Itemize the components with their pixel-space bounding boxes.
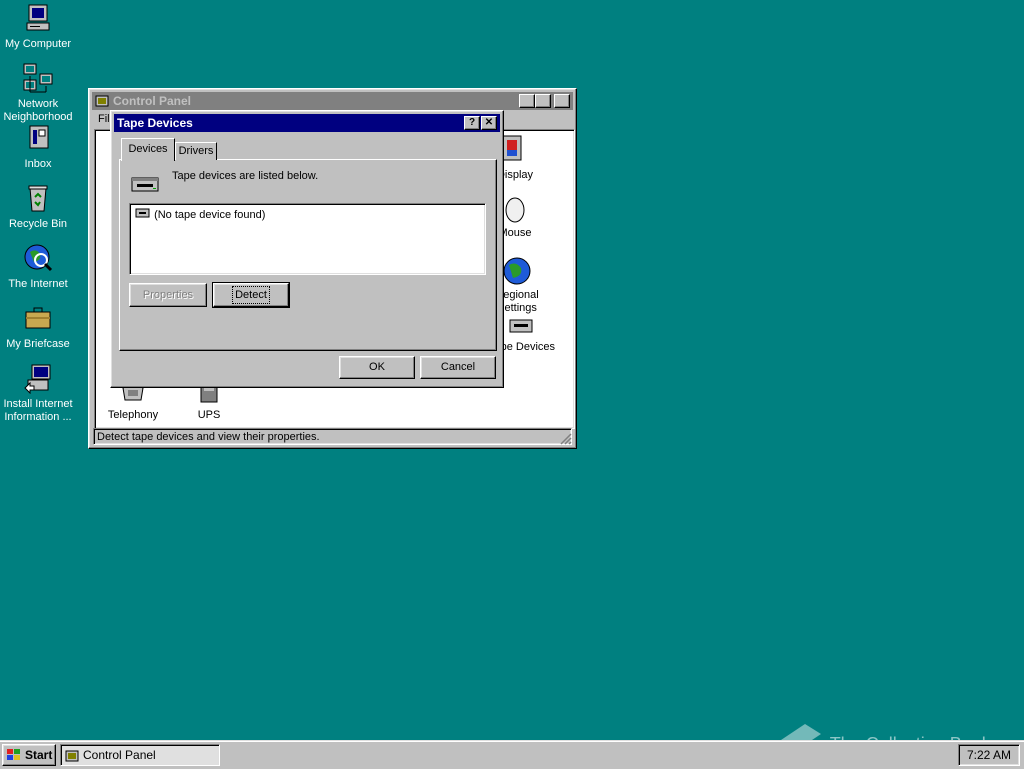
detect-button[interactable]: Detect (212, 282, 290, 308)
close-icon: ✕ (484, 117, 494, 128)
dialog-titlebar[interactable]: Tape Devices ? ✕ (114, 114, 500, 132)
desktop-icon-label: My Computer (4, 38, 72, 50)
system-tray-clock[interactable]: 7:22 AM (958, 744, 1020, 766)
tab-drivers[interactable]: Drivers (175, 142, 217, 160)
control-panel-icon (65, 750, 79, 762)
tape-device-small-icon (135, 208, 150, 218)
control-panel-icon (95, 95, 109, 107)
windows-logo-icon (7, 749, 20, 760)
desktop-icon-label: The Internet (8, 278, 68, 290)
desktop-icon-recycle-bin[interactable]: Recycle Bin (0, 182, 76, 231)
computer-icon (26, 4, 50, 31)
desktop-icon-my-computer[interactable]: My Computer (0, 2, 76, 51)
resize-grip-icon[interactable] (560, 433, 572, 445)
close-button[interactable]: ✕ (554, 94, 570, 108)
taskbar: Start Control Panel 7:22 AM (0, 740, 1024, 769)
maximize-icon: □ (539, 95, 547, 106)
start-label: Start (25, 748, 53, 762)
ok-button[interactable]: OK (339, 356, 415, 379)
desktop-icon-network-neighborhood[interactable]: Network Neighborhood (0, 62, 76, 124)
tab-devices[interactable]: Devices (121, 138, 175, 161)
desktop-icon-label: Inbox (24, 158, 52, 170)
dialog-close-button[interactable]: ✕ (481, 116, 497, 130)
install-icon (24, 364, 51, 394)
globe-icon (503, 257, 531, 285)
minimize-icon: _ (524, 95, 530, 106)
help-button[interactable]: ? (464, 116, 480, 130)
internet-icon (24, 244, 53, 272)
inbox-icon (29, 125, 49, 149)
desktop-icon-label: My Briefcase (6, 338, 70, 350)
taskbar-button-control-panel[interactable]: Control Panel (60, 744, 220, 766)
maximize-button[interactable]: □ (535, 94, 551, 108)
list-item-label: (No tape device found) (154, 209, 266, 221)
desktop-icon-install-internet-information[interactable]: Install Internet Information ... (0, 362, 76, 424)
desktop-icon-label: Recycle Bin (8, 218, 68, 230)
tab-label: Drivers (178, 145, 214, 157)
cp-item-label: UPS (197, 409, 221, 421)
control-panel-titlebar[interactable]: Control Panel _ □ ✕ (92, 92, 573, 110)
status-bar: Detect tape devices and view their prope… (93, 428, 572, 445)
network-icon (23, 63, 53, 93)
button-label: Detect (232, 286, 270, 304)
tape-devices-icon (509, 319, 533, 333)
button-label: OK (369, 361, 385, 373)
start-button[interactable]: Start (2, 744, 56, 766)
desktop-icon-the-internet[interactable]: The Internet (0, 242, 76, 291)
minimize-button[interactable]: _ (519, 94, 535, 108)
tab-label: Devices (128, 143, 168, 155)
tape-devices-dialog: Tape Devices ? ✕ Devices Drivers Tape de… (110, 110, 504, 388)
cancel-button[interactable]: Cancel (420, 356, 496, 379)
briefcase-icon (25, 307, 51, 329)
cp-item-label: Telephony (107, 409, 159, 421)
taskbar-button-label: Control Panel (83, 748, 156, 762)
recycle-bin-icon (28, 185, 48, 212)
window-title: Control Panel (113, 94, 192, 108)
desktop-icon-inbox[interactable]: Inbox (0, 122, 76, 171)
desktop-icon-label: Network Neighborhood (3, 98, 73, 123)
desktop-icon-my-briefcase[interactable]: My Briefcase (0, 302, 76, 351)
clock-text: 7:22 AM (966, 748, 1012, 762)
status-text: Detect tape devices and view their prope… (97, 431, 320, 443)
close-icon: ✕ (557, 95, 567, 106)
devices-description: Tape devices are listed below. (172, 170, 319, 182)
button-label: Cancel (440, 361, 476, 373)
tape-drive-icon (131, 177, 159, 192)
dialog-title: Tape Devices (117, 116, 193, 130)
help-icon: ? (468, 117, 476, 128)
list-item[interactable]: (No tape device found) (135, 207, 265, 221)
desktop-icon-label: Install Internet Information ... (3, 398, 73, 423)
tape-device-list[interactable]: (No tape device found) (129, 203, 486, 275)
properties-button[interactable]: Properties (129, 283, 207, 307)
button-label: Properties (142, 289, 194, 301)
